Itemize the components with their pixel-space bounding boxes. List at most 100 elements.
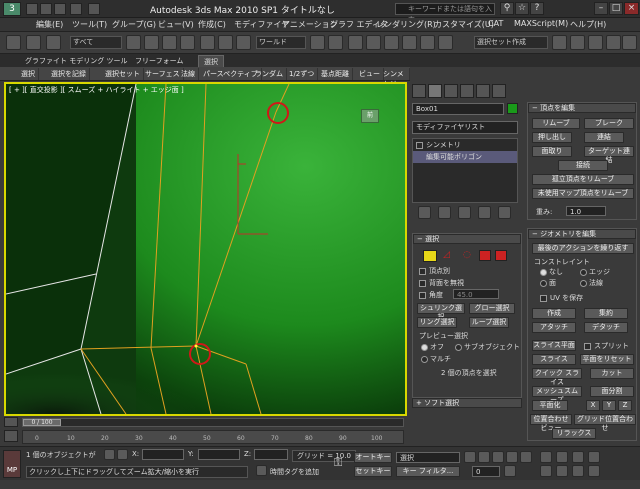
play-icon[interactable] [492,451,504,463]
cut-button[interactable]: カット [590,368,634,379]
mirror-icon[interactable] [552,35,567,50]
stack-item-symmetry[interactable]: シンメトリ [413,139,517,151]
key-icon[interactable]: ⚿ [334,456,352,472]
menu-tools[interactable]: ツール(T) [72,19,107,30]
time-config-icon[interactable] [504,465,516,477]
search-input[interactable]: キーワードまたは語句を入力 [395,3,495,24]
maximize-icon[interactable]: □ [609,2,623,15]
make-planar-button[interactable]: 平面化 [532,400,568,411]
meshsmooth-button[interactable]: メッシュスムーズ [532,386,582,404]
pin-stack-icon[interactable] [418,206,431,219]
subtab-select[interactable]: 選択 [18,68,39,80]
constraint-normal-radio[interactable]: 法線 [580,278,603,288]
new-file-icon[interactable] [26,3,38,15]
preview-subobj-radio[interactable]: サブオブジェクト [455,342,520,352]
auto-key-button[interactable]: オートキー [354,452,392,463]
spinner-snap-icon[interactable] [420,35,435,50]
x-coord-field[interactable] [142,449,184,460]
help-icon[interactable]: ? [530,2,544,15]
scale-icon[interactable] [236,35,251,50]
rect-selection-icon[interactable] [162,35,177,50]
grow-button[interactable]: グロー選択 [469,303,515,314]
subtab-symmetry[interactable]: シンメトリ [380,68,410,88]
stack-item-editable-poly[interactable]: 編集可能ポリゴン [413,151,517,163]
split-checkbox[interactable]: スプリット [584,341,629,351]
go-to-end-icon[interactable] [520,451,532,463]
subtab-pivot-distance[interactable]: 基点距離 [318,68,353,80]
loop-button[interactable]: ループ選択 [469,317,509,328]
snap-icon[interactable] [366,35,381,50]
subtab-half[interactable]: 1/2ずつ [286,68,319,80]
remove-unused-map-button[interactable]: 未使用マップ頂点をリムーブ [532,188,634,199]
ref-coord-dropdown[interactable]: ワールド [256,36,306,49]
select-by-name-icon[interactable] [144,35,159,50]
create-button[interactable]: 作成 [532,308,576,319]
edge-mode-icon[interactable]: ◿ [443,250,457,262]
target-weld-button[interactable]: ターゲット連結 [584,146,634,164]
render-setup-icon[interactable] [606,35,621,50]
motion-tab-icon[interactable] [460,84,474,98]
planar-x-button[interactable]: X [586,400,600,411]
ignore-backfacing-checkbox[interactable]: 背面を無視 [419,278,464,288]
quickslice-button[interactable]: クイック スライス [532,368,582,386]
angle-snap-icon[interactable] [384,35,399,50]
link-icon[interactable] [26,35,41,50]
remove-button[interactable]: リムーブ [532,118,580,129]
preview-multi-radio[interactable]: マルチ [421,354,451,364]
viewport-label[interactable]: [ + ][ 直交投影 ][ スムーズ + ハイライト + エッジ面 ] [9,85,184,95]
viewcube[interactable]: 前 [361,109,379,123]
key-mode-dropdown[interactable]: 選択 [396,452,460,463]
time-tag-icon[interactable] [256,465,267,476]
polygon-mode-icon[interactable] [479,250,491,261]
menu-maxscript[interactable]: MAXScript(M) [514,19,568,28]
slice-plane-button[interactable]: スライス平面 [532,340,576,351]
search-icon[interactable]: ⚲ [500,2,514,15]
percent-snap-icon[interactable] [402,35,417,50]
planar-y-button[interactable]: Y [602,400,616,411]
named-selection-icon[interactable] [438,35,453,50]
absolute-mode-icon[interactable] [117,449,128,460]
tab-freeform[interactable]: フリーフォーム [130,55,188,67]
angle-field[interactable]: 45.0 [453,289,499,299]
current-frame-field[interactable]: 0 [472,466,500,477]
menu-group[interactable]: グループ(G) [112,19,156,30]
pan-icon[interactable] [556,465,568,477]
display-tab-icon[interactable] [476,84,490,98]
hierarchy-tab-icon[interactable] [444,84,458,98]
break-button[interactable]: ブレーク [584,118,634,129]
subtab-record[interactable]: 選択を記録 [48,68,90,80]
viewport-front[interactable]: [ + ][ 直交投影 ][ スムーズ + ハイライト + エッジ面 ] 前 [4,82,407,416]
move-icon[interactable] [200,35,215,50]
reset-plane-button[interactable]: 平面をリセット [580,354,634,365]
menu-edit[interactable]: 編集(E) [36,19,63,30]
next-frame-icon[interactable] [506,451,518,463]
render-icon[interactable] [622,35,637,50]
open-file-icon[interactable] [40,3,52,15]
named-selection-dropdown[interactable]: 選択セット作成 [474,36,548,49]
z-coord-field[interactable] [254,449,288,460]
remove-modifier-icon[interactable] [478,206,491,219]
menu-cat[interactable]: CAT [488,19,503,28]
lock-selection-icon[interactable] [104,449,115,460]
key-filters-button[interactable]: キー フィルタ... [396,466,460,477]
constraint-face-radio[interactable]: 面 [540,278,556,288]
constraint-none-radio[interactable]: なし [540,267,563,277]
zoom-extents-all-icon[interactable] [588,451,600,463]
close-icon[interactable]: × [624,2,639,15]
preview-off-radio[interactable]: オフ [421,342,444,352]
save-file-icon[interactable] [54,3,66,15]
app-logo-icon[interactable]: 3 [3,2,21,16]
by-angle-checkbox[interactable]: 角度 [419,290,443,300]
curve-editor-icon[interactable] [4,430,18,442]
connect-button[interactable]: 接続 [558,160,608,171]
create-tab-icon[interactable] [412,84,426,98]
menu-views[interactable]: ビュー(V) [158,19,194,30]
constraint-edge-radio[interactable]: エッジ [580,267,610,277]
subtab-random[interactable]: ランダム [252,68,287,80]
preserve-uvs-checkbox[interactable]: UV を保存 [540,293,583,303]
make-unique-icon[interactable] [458,206,471,219]
subtab-normal[interactable]: 法線 [178,68,199,80]
extrude-button[interactable]: 押し出し [532,132,572,143]
object-name-field[interactable]: Box01 [412,103,504,115]
tab-selection[interactable]: 選択 [198,55,224,67]
